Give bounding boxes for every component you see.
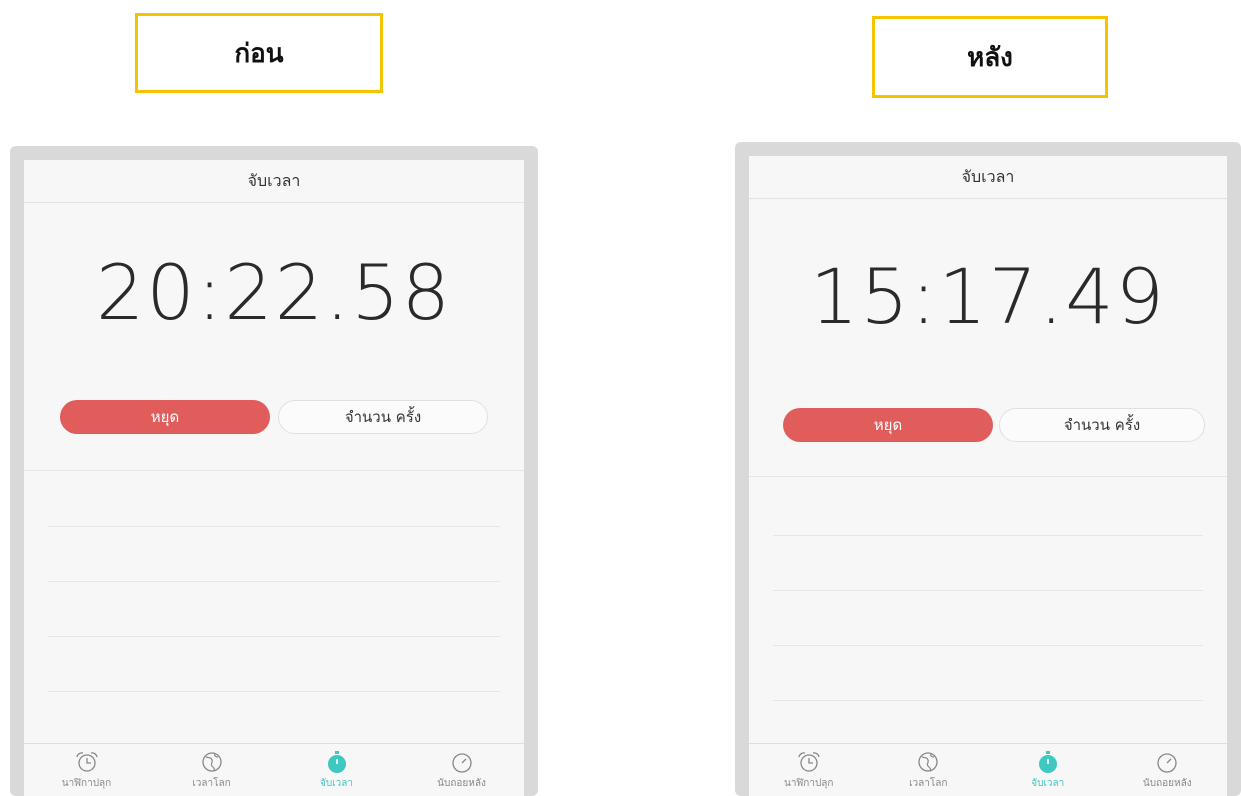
lap-button[interactable]: จำนวน ครั้ง bbox=[999, 408, 1205, 442]
lap-row-divider bbox=[773, 645, 1203, 646]
phone-screenshot-before: จับเวลา 20:22.58 หยุด จำนวน ครั้ง นาฬิกา… bbox=[10, 146, 538, 796]
lap-button[interactable]: จำนวน ครั้ง bbox=[278, 400, 488, 434]
bottom-tab-bar: นาฬิกาปลุก เวลาโลก จับเวลา นับถอยหลัง bbox=[24, 743, 524, 796]
stopwatch-screen: จับเวลา 20:22.58 หยุด จำนวน ครั้ง นาฬิกา… bbox=[24, 160, 524, 796]
lap-list bbox=[749, 476, 1227, 744]
lap-row-divider bbox=[773, 535, 1203, 536]
stopwatch-icon bbox=[325, 750, 349, 774]
stopwatch-screen: จับเวลา 15:17.49 หยุด จำนวน ครั้ง นาฬิกา… bbox=[749, 156, 1227, 796]
lap-row-divider bbox=[48, 636, 500, 637]
lap-row-divider bbox=[773, 700, 1203, 701]
lap-row-divider bbox=[48, 691, 500, 692]
tab-timer[interactable]: นับถอยหลัง bbox=[399, 744, 524, 796]
after-label-box: หลัง bbox=[872, 16, 1108, 98]
before-label: ก่อน bbox=[234, 38, 284, 69]
stopwatch-icon bbox=[1036, 750, 1060, 774]
tab-alarm[interactable]: นาฬิกาปลุก bbox=[24, 744, 149, 796]
lap-row-divider bbox=[48, 526, 500, 527]
stop-button[interactable]: หยุด bbox=[783, 408, 993, 442]
globe-icon bbox=[917, 750, 939, 774]
tab-label: จับเวลา bbox=[320, 777, 353, 789]
tab-label: นาฬิกาปลุก bbox=[61, 777, 112, 789]
screen-header: จับเวลา bbox=[24, 160, 524, 203]
tab-label: จับเวลา bbox=[1031, 777, 1065, 789]
bottom-tab-bar: นาฬิกาปลุก เวลาโลก จับเวลา นับถอยหลัง bbox=[749, 743, 1227, 796]
alarm-clock-icon bbox=[796, 750, 822, 774]
stop-button[interactable]: หยุด bbox=[60, 400, 270, 434]
globe-icon bbox=[201, 750, 223, 774]
elapsed-time-display: 15:17.49 bbox=[810, 252, 1166, 341]
tab-stopwatch[interactable]: จับเวลา bbox=[988, 744, 1108, 796]
tab-alarm[interactable]: นาฬิกาปลุก bbox=[749, 744, 869, 796]
phone-screenshot-after: จับเวลา 15:17.49 หยุด จำนวน ครั้ง นาฬิกา… bbox=[735, 142, 1241, 796]
before-label-box: ก่อน bbox=[135, 13, 383, 93]
tab-stopwatch[interactable]: จับเวลา bbox=[274, 744, 399, 796]
tab-label: เวลาโลก bbox=[192, 777, 231, 789]
tab-label: นาฬิกาปลุก bbox=[784, 777, 834, 789]
lap-list bbox=[24, 470, 524, 744]
timer-icon bbox=[451, 750, 473, 774]
tab-world-clock[interactable]: เวลาโลก bbox=[149, 744, 274, 796]
tab-label: นับถอยหลัง bbox=[437, 777, 486, 789]
timer-icon bbox=[1156, 750, 1178, 774]
elapsed-time-display: 20:22.58 bbox=[96, 248, 452, 337]
screen-title: จับเวลา bbox=[247, 170, 301, 190]
tab-timer[interactable]: นับถอยหลัง bbox=[1108, 744, 1228, 796]
tab-label: นับถอยหลัง bbox=[1142, 777, 1192, 789]
tab-label: เวลาโลก bbox=[909, 777, 948, 789]
screen-title: จับเวลา bbox=[961, 166, 1015, 186]
screen-header: จับเวลา bbox=[749, 156, 1227, 199]
tab-world-clock[interactable]: เวลาโลก bbox=[869, 744, 989, 796]
alarm-clock-icon bbox=[74, 750, 100, 774]
lap-row-divider bbox=[773, 590, 1203, 591]
after-label: หลัง bbox=[967, 42, 1013, 73]
lap-row-divider bbox=[48, 581, 500, 582]
